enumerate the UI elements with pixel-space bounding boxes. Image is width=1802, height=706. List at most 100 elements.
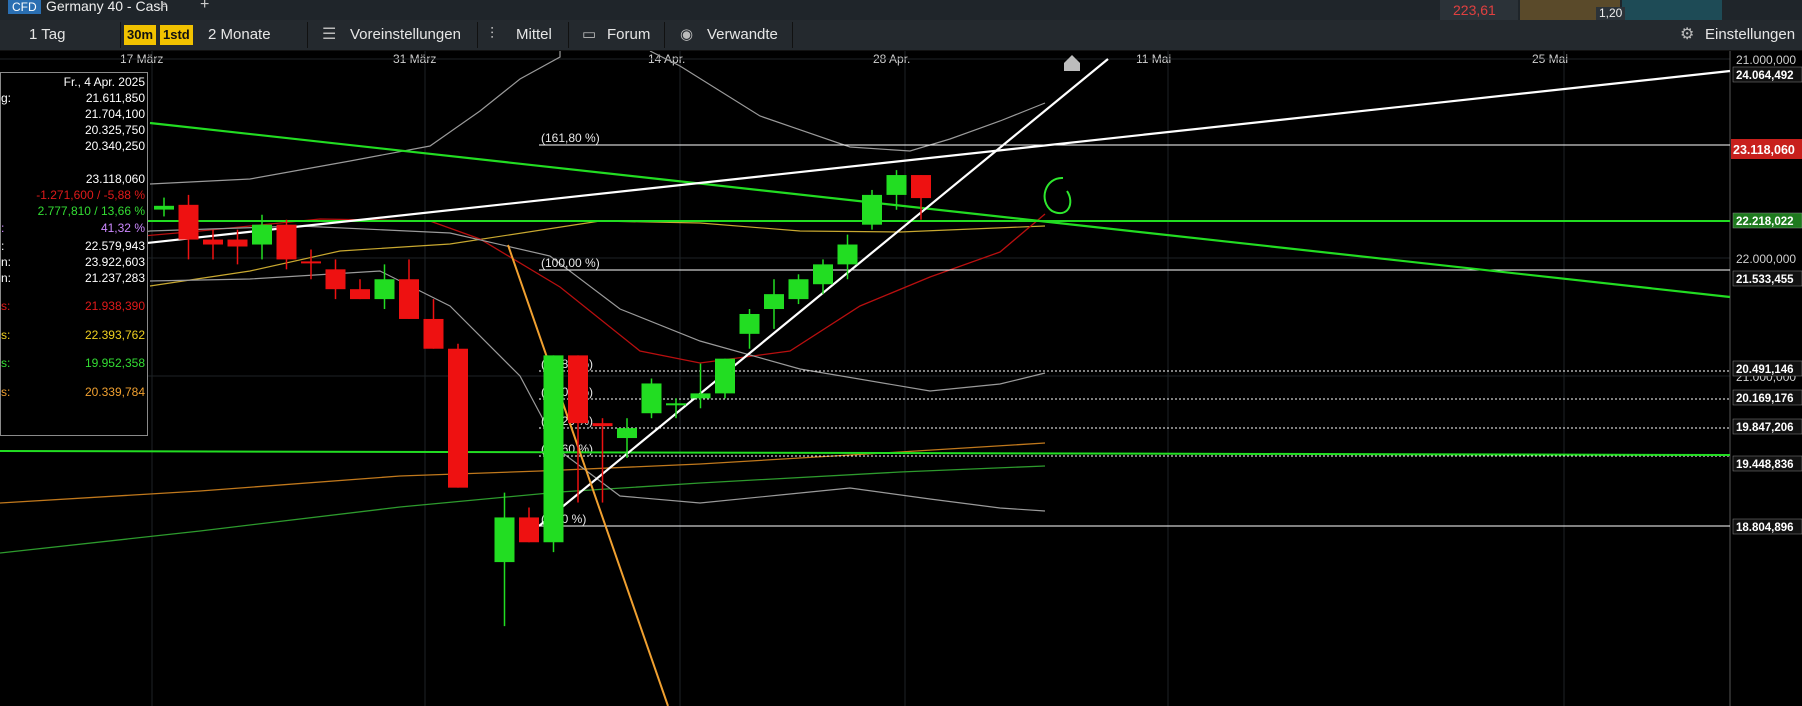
- candle-body: [543, 355, 564, 543]
- candle-body: [592, 423, 613, 427]
- settings-button[interactable]: Einstellungen: [1705, 20, 1795, 50]
- legend-date: Fr., 4 Apr. 2025: [63, 75, 145, 89]
- search-icon[interactable]: ⌕: [160, 0, 168, 13]
- legend-row: s: 20.339,784: [1, 385, 147, 401]
- candle-body: [837, 244, 858, 265]
- candle-body: [739, 313, 760, 334]
- bollinger-middle-line: [0, 225, 1046, 392]
- handdrawn-circle: [1043, 176, 1072, 214]
- chart-toolbar: 1 Tag 30m 1std 2 Monate ☰ Voreinstellung…: [0, 20, 1802, 51]
- related-button[interactable]: Verwandte: [707, 20, 778, 50]
- legend-value: 21.704,100: [84, 107, 145, 121]
- fibonacci-label: (161,80 %): [541, 131, 600, 145]
- presets-icon[interactable]: ☰: [322, 20, 336, 50]
- candle-body: [252, 224, 272, 245]
- candle-body: [325, 269, 346, 290]
- price-flag-label: 18.804,896: [1736, 522, 1794, 534]
- ask-box[interactable]: [1622, 0, 1722, 20]
- legend-row: s: 22.393,762: [1, 328, 147, 344]
- legend-row: s: 19.952,358: [1, 356, 147, 372]
- candle-body: [715, 358, 735, 394]
- candle-body: [154, 205, 174, 210]
- bollinger-lower-line: [149, 270, 1046, 512]
- candle-body: [690, 393, 711, 399]
- candle-body: [399, 279, 419, 319]
- instrument-badge[interactable]: CFD: [8, 0, 41, 14]
- price-flag-label: 21.533,455: [1736, 274, 1794, 286]
- legend-row: 20.325,750: [1, 123, 147, 139]
- instrument-title[interactable]: Germany 40 - Cash: [46, 0, 168, 14]
- legend-value: 23.118,060: [85, 172, 145, 186]
- legend-row: 23.118,060: [1, 172, 147, 188]
- forum-icon[interactable]: ▭: [582, 20, 596, 50]
- legend-date-row: Fr., 4 Apr. 2025: [1, 75, 147, 91]
- candle-body: [203, 239, 223, 245]
- candle-body: [666, 403, 686, 406]
- change-value: 223,61: [1453, 2, 1496, 18]
- y-tick-label: 21.000,000: [1736, 53, 1796, 67]
- data-legend: Fr., 4 Apr. 2025 g: 21.611,850 21.704,100 2…: [0, 72, 148, 436]
- spread-value: 1,20: [1596, 7, 1626, 20]
- legend-row: s: 21.938,390: [1, 299, 147, 315]
- legend-value: -1.271,600 / -5,88 %: [36, 188, 145, 202]
- period-selector[interactable]: 1 Tag: [29, 20, 65, 50]
- candle-body: [423, 318, 444, 349]
- legend-row: 20.340,250: [1, 139, 147, 155]
- legend-value: 41,32 %: [100, 221, 145, 235]
- price-flag-label: 24.064,492: [1736, 70, 1794, 82]
- indicators-icon[interactable]: ⫶: [490, 20, 494, 50]
- price-flag-label: 20.491,146: [1736, 364, 1794, 376]
- candle-body: [641, 383, 662, 414]
- candle-body: [568, 355, 588, 424]
- candle-body: [374, 279, 395, 300]
- last-price-label: 23.118,060: [1733, 143, 1795, 157]
- candle-body: [764, 294, 784, 310]
- legend-value: 21.237,283: [84, 271, 145, 285]
- legend-value: 20.340,250: [84, 139, 145, 153]
- legend-label: s:: [1, 299, 11, 313]
- candle-body: [350, 289, 370, 300]
- candle-body: [276, 224, 297, 260]
- price-flag-label: 19.448,836: [1736, 459, 1794, 471]
- y-tick-label: 22.000,000: [1736, 252, 1796, 266]
- bollinger-upper-line: [149, 51, 561, 185]
- legend-label: s:: [1, 385, 11, 399]
- presets-button[interactable]: Voreinstellungen: [350, 20, 461, 50]
- interval-1std-button[interactable]: 1std: [160, 25, 193, 45]
- legend-label: n:: [1, 271, 12, 285]
- legend-row: : 22.579,943: [1, 239, 147, 255]
- gear-icon[interactable]: ⚙: [1680, 20, 1694, 50]
- interval-30m-button[interactable]: 30m: [124, 25, 157, 45]
- indicators-button[interactable]: Mittel: [516, 20, 552, 50]
- legend-row: 21.704,100: [1, 107, 147, 123]
- price-flag-label: 20.169,176: [1736, 393, 1794, 405]
- legend-row: -1.271,600 / -5,88 %: [1, 188, 147, 204]
- legend-label: :: [1, 221, 5, 235]
- legend-value: 20.339,784: [84, 385, 145, 399]
- legend-label: g:: [1, 91, 12, 105]
- legend-value: 23.922,603: [84, 255, 145, 269]
- top-bar: CFD Germany 40 - Cash ⌕ + 223,61 1,20: [0, 0, 1802, 20]
- home-icon: [1064, 55, 1080, 71]
- legend-value: 21.938,390: [84, 299, 145, 313]
- candle-body: [227, 239, 248, 247]
- legend-value: 22.393,762: [84, 328, 145, 342]
- legend-row: g: 21.611,850: [1, 91, 147, 107]
- legend-label: s:: [1, 356, 11, 370]
- legend-value: 21.611,850: [85, 91, 145, 105]
- candle-body: [886, 175, 907, 195]
- related-icon[interactable]: ◉: [680, 20, 693, 50]
- legend-row: : 41,32 %: [1, 221, 147, 237]
- legend-row: n: 23.922,603: [1, 255, 147, 271]
- candle-body: [911, 175, 931, 199]
- forum-button[interactable]: Forum: [607, 20, 650, 50]
- candle-body: [617, 428, 637, 439]
- add-tab-button[interactable]: +: [200, 0, 209, 14]
- candle-body: [178, 204, 199, 240]
- range-selector[interactable]: 2 Monate: [208, 20, 271, 50]
- legend-value: 2.777,810 / 13,66 %: [37, 204, 145, 218]
- descending-trend-line: [149, 121, 1731, 299]
- orange-trend-line: [507, 244, 669, 706]
- price-chart[interactable]: 17 März 31 März 14 Apr. 28 Apr. 11 Mai 25 Mai…: [0, 51, 1802, 706]
- price-flag-label: 19.847,206: [1736, 422, 1794, 434]
